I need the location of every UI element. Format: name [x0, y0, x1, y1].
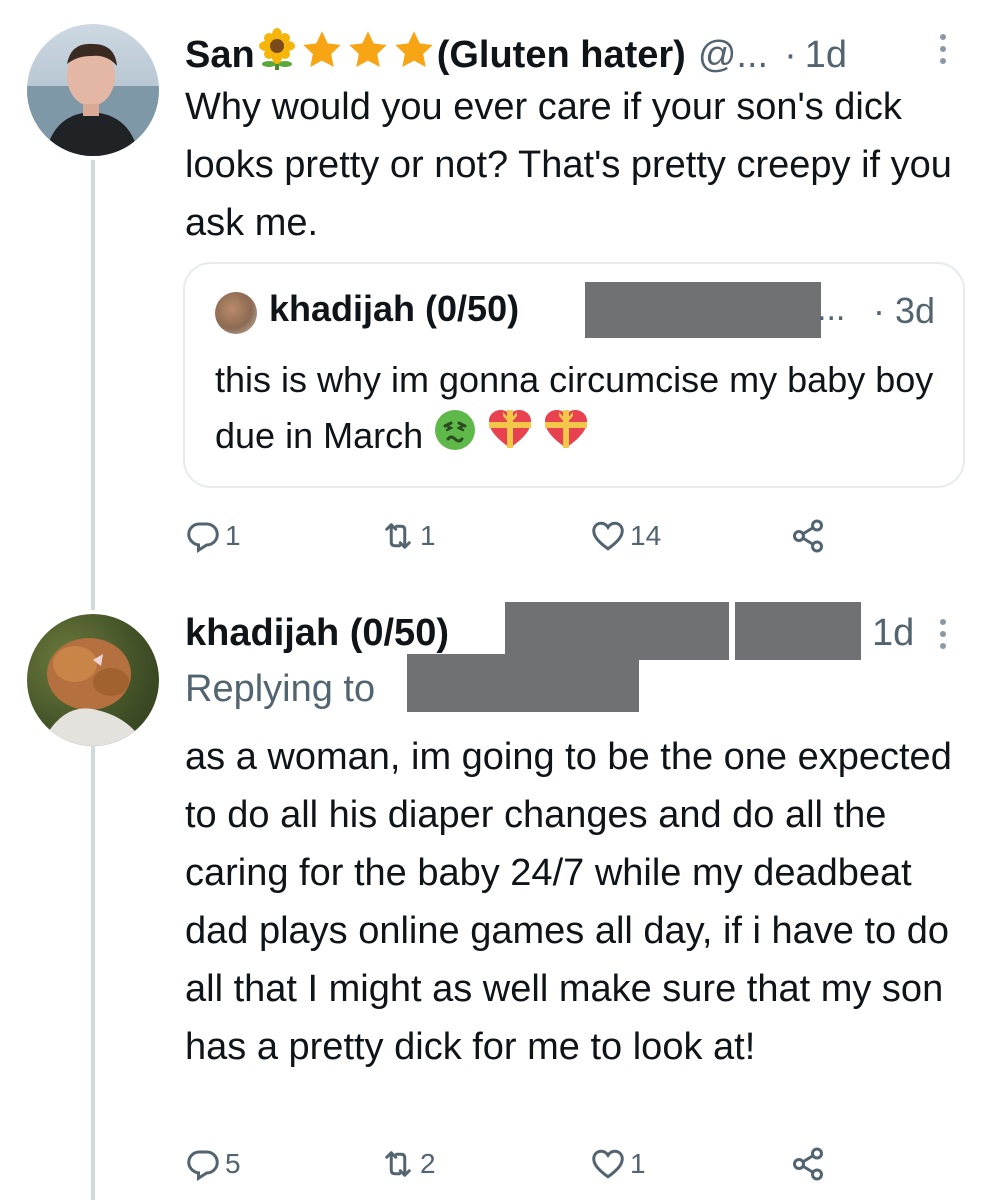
- avatar-photo-icon: [47, 638, 145, 746]
- avatar: [215, 292, 257, 334]
- share-icon: [793, 519, 823, 553]
- reply-icon: [187, 522, 219, 554]
- like-button[interactable]: 1: [590, 1146, 646, 1182]
- nauseated-face-icon: [433, 408, 477, 468]
- star-icon: [391, 28, 437, 82]
- timestamp: · 3d: [873, 290, 936, 331]
- reply-button[interactable]: 1: [185, 518, 241, 554]
- redaction-box: [585, 282, 821, 338]
- share-button[interactable]: [790, 518, 826, 554]
- quote-header: khadijah (0/50): [269, 288, 519, 330]
- heart-ribbon-icon: [543, 408, 589, 468]
- retweet-count: 1: [420, 520, 436, 551]
- more-icon[interactable]: [940, 34, 946, 64]
- sunflower-icon: [255, 28, 299, 82]
- display-name[interactable]: San: [185, 34, 255, 77]
- redaction-box: [505, 602, 729, 660]
- heart-ribbon-icon: [487, 408, 533, 468]
- like-count: 1: [630, 1148, 646, 1179]
- tweet-header: San (Gluten hater) @... · 1d: [185, 28, 847, 82]
- separator-dot: ·: [784, 33, 797, 76]
- like-icon: [592, 1149, 624, 1179]
- quoted-tweet[interactable]: khadijah (0/50) ... · 3d this is why im …: [183, 262, 965, 488]
- timestamp[interactable]: 1d: [872, 612, 914, 655]
- tweet-header: khadijah (0/50): [185, 612, 449, 655]
- tweet-actions: 1 1 14: [185, 518, 845, 562]
- replying-to-label: Replying to: [185, 668, 376, 710]
- display-name: khadijah (0/50): [269, 288, 520, 329]
- share-button[interactable]: [790, 1146, 826, 1182]
- avatar[interactable]: [27, 614, 159, 746]
- retweet-icon: [385, 1151, 411, 1177]
- redaction-box: [407, 654, 639, 712]
- tweet-actions: 5 2 1: [185, 1146, 845, 1190]
- reply-count: 5: [225, 1148, 241, 1179]
- reply-button[interactable]: 5: [185, 1146, 241, 1182]
- avatar[interactable]: [27, 24, 159, 156]
- like-icon: [592, 521, 624, 551]
- reply-count: 1: [225, 520, 241, 551]
- thread-line: [91, 746, 95, 1200]
- tweet-text: as a woman, im going to be the one expec…: [185, 736, 952, 1068]
- retweet-button[interactable]: 2: [380, 1146, 436, 1182]
- redaction-box: [735, 602, 861, 660]
- quote-text: this is why im gonna circumcise my baby …: [215, 352, 935, 468]
- like-count: 14: [630, 520, 662, 551]
- star-icon: [299, 28, 345, 82]
- thread-line: [91, 160, 95, 610]
- timestamp[interactable]: 1d: [805, 34, 847, 77]
- share-icon: [793, 1147, 823, 1181]
- tweet-text: Why would you ever care if your son's di…: [185, 86, 952, 244]
- reply-icon: [187, 1150, 219, 1182]
- retweet-button[interactable]: 1: [380, 518, 436, 554]
- handle: ...: [817, 290, 846, 328]
- display-name-suffix: (Gluten hater): [436, 33, 686, 76]
- star-icon: [345, 28, 391, 82]
- avatar-photo-icon: [27, 43, 159, 156]
- retweet-icon: [385, 523, 411, 549]
- more-icon[interactable]: [940, 619, 946, 649]
- display-name[interactable]: khadijah (0/50): [185, 612, 449, 655]
- handle[interactable]: @...: [698, 34, 768, 77]
- like-button[interactable]: 14: [590, 518, 661, 554]
- retweet-count: 2: [420, 1148, 436, 1179]
